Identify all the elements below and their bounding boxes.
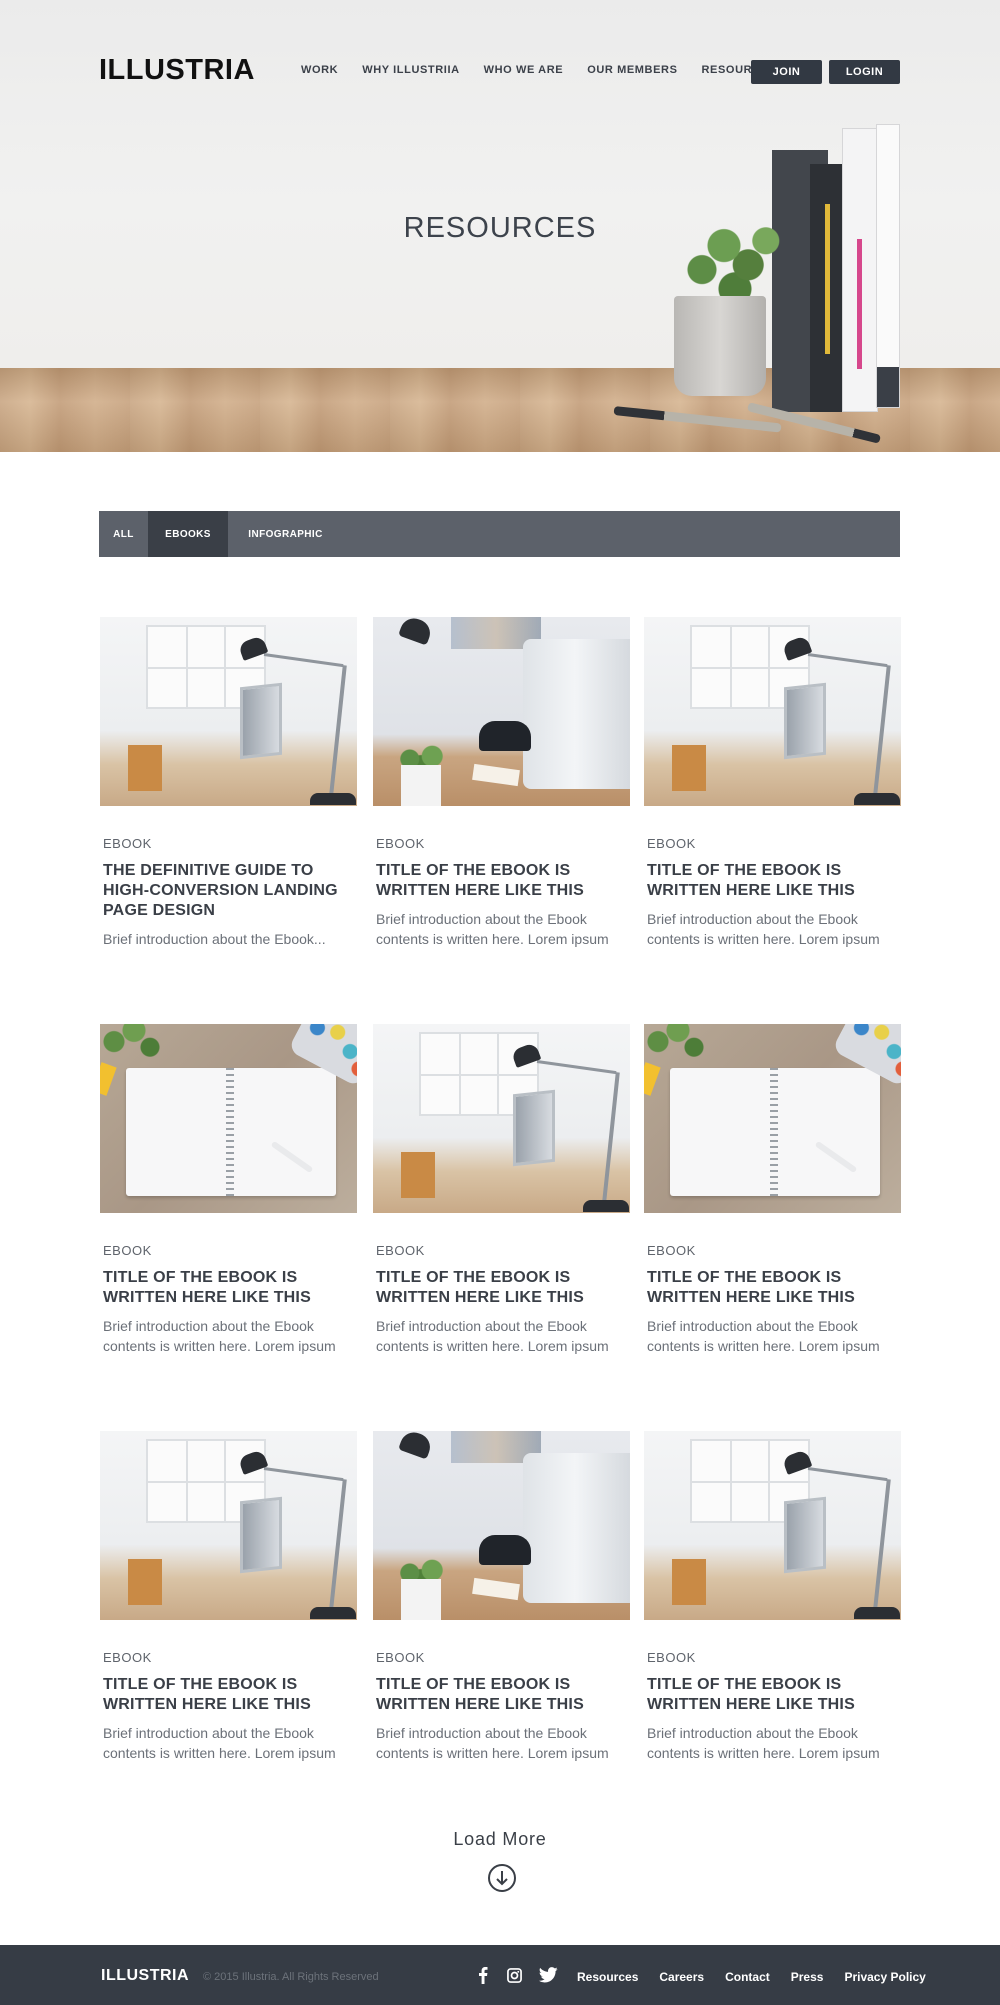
- card-description: Brief introduction about the Ebook conte…: [103, 1318, 336, 1354]
- twitter-icon[interactable]: [538, 1966, 558, 1984]
- card-category: EBOOK: [103, 836, 152, 851]
- succulent-plant: [680, 212, 790, 308]
- card-thumbnail[interactable]: [644, 617, 901, 806]
- card-thumbnail[interactable]: [100, 617, 357, 806]
- card-category: EBOOK: [647, 836, 696, 851]
- card-title[interactable]: TITLE OF THE EBOOK IS WRITTEN HERE LIKE …: [644, 1675, 901, 1715]
- card-category: EBOOK: [376, 836, 425, 851]
- card-description: Brief introduction about the Ebook conte…: [647, 1318, 880, 1354]
- card-thumbnail[interactable]: [644, 1431, 901, 1620]
- footer-logo[interactable]: ILLUSTRIA: [101, 1967, 189, 1985]
- main-nav: WORK WHY ILLUSTRIIA WHO WE ARE OUR MEMBE…: [301, 64, 801, 76]
- resource-card[interactable]: EBOOK THE DEFINITIVE GUIDE TO HIGH-CONVE…: [100, 617, 357, 949]
- filter-bar: ALL EBOOKS INFOGRAPHIC: [99, 511, 900, 557]
- nav-work[interactable]: WORK: [301, 64, 338, 76]
- card-thumbnail[interactable]: [644, 1024, 901, 1213]
- join-button[interactable]: JOIN: [751, 60, 822, 84]
- card-title[interactable]: TITLE OF THE EBOOK IS WRITTEN HERE LIKE …: [100, 1268, 357, 1308]
- card-category: EBOOK: [647, 1243, 696, 1258]
- book-black: [810, 164, 846, 412]
- book-white-2: [876, 124, 900, 408]
- footer-links: Resources Careers Contact Press Privacy …: [577, 1970, 947, 1984]
- card-title[interactable]: TITLE OF THE EBOOK IS WRITTEN HERE LIKE …: [644, 861, 901, 901]
- resource-card[interactable]: EBOOK TITLE OF THE EBOOK IS WRITTEN HERE…: [644, 1024, 901, 1356]
- load-more-button[interactable]: Load More: [400, 1829, 600, 1850]
- footer-link-privacy-policy[interactable]: Privacy Policy: [844, 1970, 925, 1984]
- concrete-pot: [674, 296, 766, 396]
- resource-card[interactable]: EBOOK TITLE OF THE EBOOK IS WRITTEN HERE…: [100, 1024, 357, 1356]
- nav-who-we-are[interactable]: WHO WE ARE: [484, 64, 564, 76]
- footer-link-resources[interactable]: Resources: [577, 1970, 638, 1984]
- site-footer: ILLUSTRIA © 2015 Illustria. All Rights R…: [0, 1945, 1000, 2005]
- resource-card[interactable]: EBOOK TITLE OF THE EBOOK IS WRITTEN HERE…: [373, 1024, 630, 1356]
- card-category: EBOOK: [376, 1243, 425, 1258]
- card-description: Brief introduction about the Ebook conte…: [376, 1318, 609, 1354]
- card-category: EBOOK: [376, 1650, 425, 1665]
- card-title[interactable]: TITLE OF THE EBOOK IS WRITTEN HERE LIKE …: [373, 1675, 630, 1715]
- hero-banner: ILLUSTRIA WORK WHY ILLUSTRIIA WHO WE ARE…: [0, 0, 1000, 452]
- nav-why-illustriia[interactable]: WHY ILLUSTRIIA: [362, 64, 459, 76]
- tab-all[interactable]: ALL: [99, 511, 148, 557]
- facebook-icon[interactable]: [474, 1966, 492, 1984]
- card-thumbnail[interactable]: [100, 1431, 357, 1620]
- page-title: RESOURCES: [403, 212, 597, 244]
- card-category: EBOOK: [103, 1243, 152, 1258]
- card-title[interactable]: TITLE OF THE EBOOK IS WRITTEN HERE LIKE …: [373, 1268, 630, 1308]
- card-title[interactable]: TITLE OF THE EBOOK IS WRITTEN HERE LIKE …: [644, 1268, 901, 1308]
- site-logo[interactable]: ILLUSTRIA: [99, 54, 255, 87]
- footer-link-contact[interactable]: Contact: [725, 1970, 770, 1984]
- card-description: Brief introduction about the Ebook conte…: [647, 1725, 880, 1761]
- card-title[interactable]: TITLE OF THE EBOOK IS WRITTEN HERE LIKE …: [100, 1675, 357, 1715]
- footer-link-careers[interactable]: Careers: [659, 1970, 704, 1984]
- login-button[interactable]: LOGIN: [829, 60, 900, 84]
- footer-link-press[interactable]: Press: [791, 1970, 824, 1984]
- card-description: Brief introduction about the Ebook conte…: [376, 911, 609, 947]
- card-title[interactable]: THE DEFINITIVE GUIDE TO HIGH-CONVERSION …: [100, 861, 357, 921]
- tab-infographic[interactable]: INFOGRAPHIC: [228, 511, 343, 557]
- copyright-text: © 2015 Illustria. All Rights Reserved: [203, 1971, 379, 1983]
- card-description: Brief introduction about the Ebook conte…: [103, 1725, 336, 1761]
- card-title[interactable]: TITLE OF THE EBOOK IS WRITTEN HERE LIKE …: [373, 861, 630, 901]
- card-thumbnail[interactable]: [100, 1024, 357, 1213]
- resource-card[interactable]: EBOOK TITLE OF THE EBOOK IS WRITTEN HERE…: [644, 617, 901, 949]
- resource-card[interactable]: EBOOK TITLE OF THE EBOOK IS WRITTEN HERE…: [373, 617, 630, 949]
- resource-card[interactable]: EBOOK TITLE OF THE EBOOK IS WRITTEN HERE…: [644, 1431, 901, 1763]
- instagram-icon[interactable]: [505, 1966, 523, 1984]
- resource-card[interactable]: EBOOK TITLE OF THE EBOOK IS WRITTEN HERE…: [373, 1431, 630, 1763]
- card-thumbnail[interactable]: [373, 1024, 630, 1213]
- nav-our-members[interactable]: OUR MEMBERS: [587, 64, 677, 76]
- card-description: Brief introduction about the Ebook conte…: [647, 911, 880, 947]
- card-category: EBOOK: [647, 1650, 696, 1665]
- tab-ebooks[interactable]: EBOOKS: [148, 511, 228, 557]
- arrow-down-circle-icon[interactable]: [488, 1864, 516, 1892]
- card-category: EBOOK: [103, 1650, 152, 1665]
- card-thumbnail[interactable]: [373, 617, 630, 806]
- card-thumbnail[interactable]: [373, 1431, 630, 1620]
- resource-card[interactable]: EBOOK TITLE OF THE EBOOK IS WRITTEN HERE…: [100, 1431, 357, 1763]
- card-description: Brief introduction about the Ebook...: [103, 931, 326, 947]
- card-description: Brief introduction about the Ebook conte…: [376, 1725, 609, 1761]
- book-white: [842, 128, 878, 412]
